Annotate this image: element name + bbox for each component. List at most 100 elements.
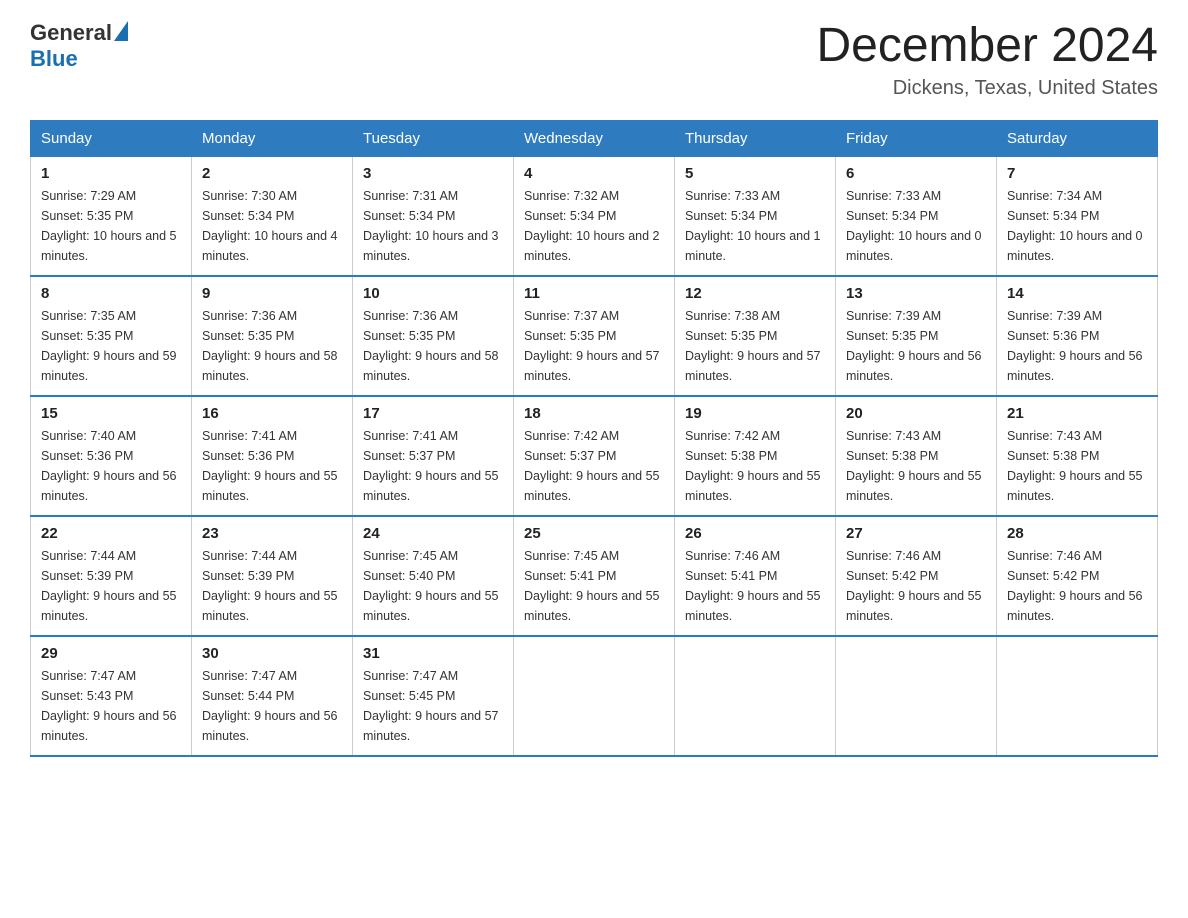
month-title: December 2024 bbox=[816, 20, 1158, 73]
day-number: 15 bbox=[41, 405, 181, 422]
day-info: Sunrise: 7:37 AMSunset: 5:35 PMDaylight:… bbox=[524, 306, 664, 386]
table-row: 25 Sunrise: 7:45 AMSunset: 5:41 PMDaylig… bbox=[514, 516, 675, 636]
table-row: 27 Sunrise: 7:46 AMSunset: 5:42 PMDaylig… bbox=[836, 516, 997, 636]
day-number: 10 bbox=[363, 285, 503, 302]
day-info: Sunrise: 7:42 AMSunset: 5:37 PMDaylight:… bbox=[524, 426, 664, 506]
day-number: 28 bbox=[1007, 525, 1147, 542]
table-row: 23 Sunrise: 7:44 AMSunset: 5:39 PMDaylig… bbox=[192, 516, 353, 636]
table-row: 6 Sunrise: 7:33 AMSunset: 5:34 PMDayligh… bbox=[836, 156, 997, 276]
table-row bbox=[514, 636, 675, 756]
col-tuesday: Tuesday bbox=[353, 121, 514, 156]
table-row bbox=[675, 636, 836, 756]
day-number: 2 bbox=[202, 165, 342, 182]
day-number: 6 bbox=[846, 165, 986, 182]
day-info: Sunrise: 7:29 AMSunset: 5:35 PMDaylight:… bbox=[41, 186, 181, 266]
day-info: Sunrise: 7:36 AMSunset: 5:35 PMDaylight:… bbox=[363, 306, 503, 386]
logo-triangle-icon bbox=[114, 21, 128, 41]
day-info: Sunrise: 7:32 AMSunset: 5:34 PMDaylight:… bbox=[524, 186, 664, 266]
day-info: Sunrise: 7:45 AMSunset: 5:40 PMDaylight:… bbox=[363, 546, 503, 626]
calendar-week-row: 1 Sunrise: 7:29 AMSunset: 5:35 PMDayligh… bbox=[31, 156, 1158, 276]
day-number: 11 bbox=[524, 285, 664, 302]
col-thursday: Thursday bbox=[675, 121, 836, 156]
calendar-week-row: 29 Sunrise: 7:47 AMSunset: 5:43 PMDaylig… bbox=[31, 636, 1158, 756]
table-row: 8 Sunrise: 7:35 AMSunset: 5:35 PMDayligh… bbox=[31, 276, 192, 396]
day-info: Sunrise: 7:39 AMSunset: 5:35 PMDaylight:… bbox=[846, 306, 986, 386]
day-number: 4 bbox=[524, 165, 664, 182]
day-info: Sunrise: 7:31 AMSunset: 5:34 PMDaylight:… bbox=[363, 186, 503, 266]
table-row: 29 Sunrise: 7:47 AMSunset: 5:43 PMDaylig… bbox=[31, 636, 192, 756]
day-info: Sunrise: 7:47 AMSunset: 5:45 PMDaylight:… bbox=[363, 666, 503, 746]
day-number: 17 bbox=[363, 405, 503, 422]
table-row: 10 Sunrise: 7:36 AMSunset: 5:35 PMDaylig… bbox=[353, 276, 514, 396]
day-info: Sunrise: 7:47 AMSunset: 5:44 PMDaylight:… bbox=[202, 666, 342, 746]
calendar-week-row: 8 Sunrise: 7:35 AMSunset: 5:35 PMDayligh… bbox=[31, 276, 1158, 396]
day-info: Sunrise: 7:41 AMSunset: 5:36 PMDaylight:… bbox=[202, 426, 342, 506]
day-info: Sunrise: 7:39 AMSunset: 5:36 PMDaylight:… bbox=[1007, 306, 1147, 386]
day-number: 20 bbox=[846, 405, 986, 422]
table-row: 5 Sunrise: 7:33 AMSunset: 5:34 PMDayligh… bbox=[675, 156, 836, 276]
calendar-table: Sunday Monday Tuesday Wednesday Thursday… bbox=[30, 120, 1158, 757]
day-number: 7 bbox=[1007, 165, 1147, 182]
day-number: 23 bbox=[202, 525, 342, 542]
day-info: Sunrise: 7:46 AMSunset: 5:42 PMDaylight:… bbox=[846, 546, 986, 626]
page-header: General Blue December 2024 Dickens, Texa… bbox=[30, 20, 1158, 100]
day-info: Sunrise: 7:42 AMSunset: 5:38 PMDaylight:… bbox=[685, 426, 825, 506]
day-number: 9 bbox=[202, 285, 342, 302]
table-row: 18 Sunrise: 7:42 AMSunset: 5:37 PMDaylig… bbox=[514, 396, 675, 516]
day-info: Sunrise: 7:33 AMSunset: 5:34 PMDaylight:… bbox=[685, 186, 825, 266]
day-info: Sunrise: 7:30 AMSunset: 5:34 PMDaylight:… bbox=[202, 186, 342, 266]
table-row: 28 Sunrise: 7:46 AMSunset: 5:42 PMDaylig… bbox=[997, 516, 1158, 636]
day-number: 19 bbox=[685, 405, 825, 422]
table-row: 13 Sunrise: 7:39 AMSunset: 5:35 PMDaylig… bbox=[836, 276, 997, 396]
day-info: Sunrise: 7:46 AMSunset: 5:41 PMDaylight:… bbox=[685, 546, 825, 626]
table-row: 17 Sunrise: 7:41 AMSunset: 5:37 PMDaylig… bbox=[353, 396, 514, 516]
table-row: 21 Sunrise: 7:43 AMSunset: 5:38 PMDaylig… bbox=[997, 396, 1158, 516]
table-row: 20 Sunrise: 7:43 AMSunset: 5:38 PMDaylig… bbox=[836, 396, 997, 516]
day-info: Sunrise: 7:38 AMSunset: 5:35 PMDaylight:… bbox=[685, 306, 825, 386]
day-number: 5 bbox=[685, 165, 825, 182]
day-info: Sunrise: 7:34 AMSunset: 5:34 PMDaylight:… bbox=[1007, 186, 1147, 266]
day-number: 14 bbox=[1007, 285, 1147, 302]
day-number: 26 bbox=[685, 525, 825, 542]
day-number: 25 bbox=[524, 525, 664, 542]
day-number: 8 bbox=[41, 285, 181, 302]
col-monday: Monday bbox=[192, 121, 353, 156]
table-row: 15 Sunrise: 7:40 AMSunset: 5:36 PMDaylig… bbox=[31, 396, 192, 516]
day-info: Sunrise: 7:44 AMSunset: 5:39 PMDaylight:… bbox=[41, 546, 181, 626]
table-row: 11 Sunrise: 7:37 AMSunset: 5:35 PMDaylig… bbox=[514, 276, 675, 396]
day-number: 22 bbox=[41, 525, 181, 542]
day-number: 24 bbox=[363, 525, 503, 542]
day-info: Sunrise: 7:35 AMSunset: 5:35 PMDaylight:… bbox=[41, 306, 181, 386]
table-row: 4 Sunrise: 7:32 AMSunset: 5:34 PMDayligh… bbox=[514, 156, 675, 276]
day-info: Sunrise: 7:46 AMSunset: 5:42 PMDaylight:… bbox=[1007, 546, 1147, 626]
title-section: December 2024 Dickens, Texas, United Sta… bbox=[816, 20, 1158, 100]
table-row: 7 Sunrise: 7:34 AMSunset: 5:34 PMDayligh… bbox=[997, 156, 1158, 276]
table-row: 26 Sunrise: 7:46 AMSunset: 5:41 PMDaylig… bbox=[675, 516, 836, 636]
location-text: Dickens, Texas, United States bbox=[816, 77, 1158, 100]
table-row: 2 Sunrise: 7:30 AMSunset: 5:34 PMDayligh… bbox=[192, 156, 353, 276]
day-number: 13 bbox=[846, 285, 986, 302]
day-number: 18 bbox=[524, 405, 664, 422]
col-saturday: Saturday bbox=[997, 121, 1158, 156]
day-info: Sunrise: 7:44 AMSunset: 5:39 PMDaylight:… bbox=[202, 546, 342, 626]
day-info: Sunrise: 7:47 AMSunset: 5:43 PMDaylight:… bbox=[41, 666, 181, 746]
day-number: 12 bbox=[685, 285, 825, 302]
day-info: Sunrise: 7:45 AMSunset: 5:41 PMDaylight:… bbox=[524, 546, 664, 626]
table-row: 9 Sunrise: 7:36 AMSunset: 5:35 PMDayligh… bbox=[192, 276, 353, 396]
day-info: Sunrise: 7:43 AMSunset: 5:38 PMDaylight:… bbox=[846, 426, 986, 506]
table-row: 22 Sunrise: 7:44 AMSunset: 5:39 PMDaylig… bbox=[31, 516, 192, 636]
day-info: Sunrise: 7:40 AMSunset: 5:36 PMDaylight:… bbox=[41, 426, 181, 506]
day-number: 3 bbox=[363, 165, 503, 182]
table-row: 16 Sunrise: 7:41 AMSunset: 5:36 PMDaylig… bbox=[192, 396, 353, 516]
day-number: 29 bbox=[41, 645, 181, 662]
day-info: Sunrise: 7:36 AMSunset: 5:35 PMDaylight:… bbox=[202, 306, 342, 386]
table-row: 30 Sunrise: 7:47 AMSunset: 5:44 PMDaylig… bbox=[192, 636, 353, 756]
col-wednesday: Wednesday bbox=[514, 121, 675, 156]
day-number: 31 bbox=[363, 645, 503, 662]
day-number: 27 bbox=[846, 525, 986, 542]
table-row: 14 Sunrise: 7:39 AMSunset: 5:36 PMDaylig… bbox=[997, 276, 1158, 396]
day-number: 1 bbox=[41, 165, 181, 182]
col-friday: Friday bbox=[836, 121, 997, 156]
day-info: Sunrise: 7:33 AMSunset: 5:34 PMDaylight:… bbox=[846, 186, 986, 266]
table-row bbox=[997, 636, 1158, 756]
